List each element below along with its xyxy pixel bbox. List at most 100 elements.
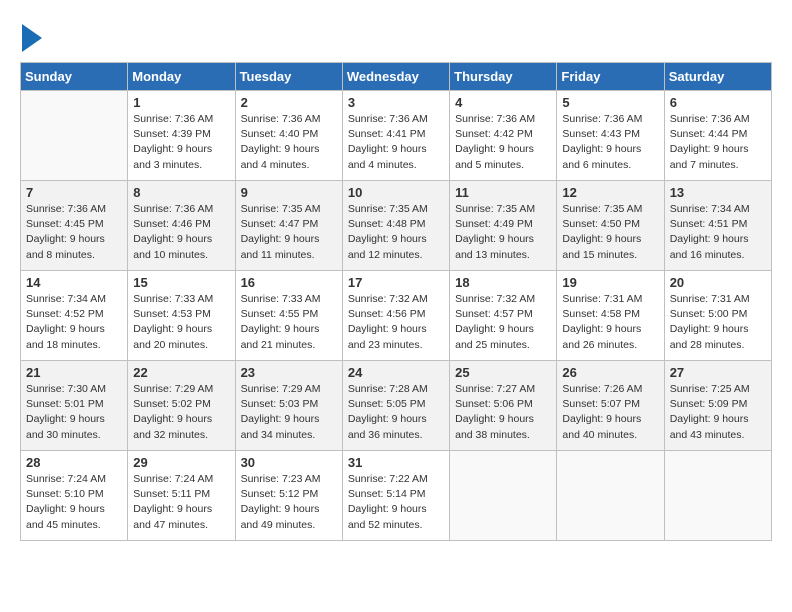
daylight-text: Daylight: 9 hours and 36 minutes. bbox=[348, 413, 427, 440]
sunrise-text: Sunrise: 7:36 AM bbox=[133, 203, 213, 215]
calendar-cell: 3 Sunrise: 7:36 AM Sunset: 4:41 PM Dayli… bbox=[342, 91, 449, 181]
sunset-text: Sunset: 4:57 PM bbox=[455, 308, 533, 320]
header-day-monday: Monday bbox=[128, 63, 235, 91]
daylight-text: Daylight: 9 hours and 20 minutes. bbox=[133, 323, 212, 350]
day-number: 19 bbox=[562, 275, 658, 290]
daylight-text: Daylight: 9 hours and 40 minutes. bbox=[562, 413, 641, 440]
sunrise-text: Sunrise: 7:29 AM bbox=[241, 383, 321, 395]
sunrise-text: Sunrise: 7:35 AM bbox=[348, 203, 428, 215]
daylight-text: Daylight: 9 hours and 6 minutes. bbox=[562, 143, 641, 170]
day-info: Sunrise: 7:22 AM Sunset: 5:14 PM Dayligh… bbox=[348, 472, 444, 533]
sunset-text: Sunset: 4:55 PM bbox=[241, 308, 319, 320]
header-day-thursday: Thursday bbox=[450, 63, 557, 91]
sunrise-text: Sunrise: 7:36 AM bbox=[26, 203, 106, 215]
calendar-cell: 11 Sunrise: 7:35 AM Sunset: 4:49 PM Dayl… bbox=[450, 181, 557, 271]
sunset-text: Sunset: 4:42 PM bbox=[455, 128, 533, 140]
calendar-cell: 18 Sunrise: 7:32 AM Sunset: 4:57 PM Dayl… bbox=[450, 271, 557, 361]
sunrise-text: Sunrise: 7:27 AM bbox=[455, 383, 535, 395]
sunset-text: Sunset: 4:40 PM bbox=[241, 128, 319, 140]
daylight-text: Daylight: 9 hours and 38 minutes. bbox=[455, 413, 534, 440]
calendar-week-row: 7 Sunrise: 7:36 AM Sunset: 4:45 PM Dayli… bbox=[21, 181, 772, 271]
calendar-cell: 31 Sunrise: 7:22 AM Sunset: 5:14 PM Dayl… bbox=[342, 451, 449, 541]
daylight-text: Daylight: 9 hours and 21 minutes. bbox=[241, 323, 320, 350]
sunset-text: Sunset: 4:45 PM bbox=[26, 218, 104, 230]
calendar-cell: 9 Sunrise: 7:35 AM Sunset: 4:47 PM Dayli… bbox=[235, 181, 342, 271]
sunset-text: Sunset: 5:10 PM bbox=[26, 488, 104, 500]
calendar-cell: 16 Sunrise: 7:33 AM Sunset: 4:55 PM Dayl… bbox=[235, 271, 342, 361]
daylight-text: Daylight: 9 hours and 16 minutes. bbox=[670, 233, 749, 260]
daylight-text: Daylight: 9 hours and 23 minutes. bbox=[348, 323, 427, 350]
daylight-text: Daylight: 9 hours and 8 minutes. bbox=[26, 233, 105, 260]
day-number: 10 bbox=[348, 185, 444, 200]
calendar-cell: 27 Sunrise: 7:25 AM Sunset: 5:09 PM Dayl… bbox=[664, 361, 771, 451]
header-day-sunday: Sunday bbox=[21, 63, 128, 91]
day-number: 18 bbox=[455, 275, 551, 290]
sunrise-text: Sunrise: 7:36 AM bbox=[348, 113, 428, 125]
sunset-text: Sunset: 4:56 PM bbox=[348, 308, 426, 320]
day-number: 26 bbox=[562, 365, 658, 380]
day-number: 5 bbox=[562, 95, 658, 110]
calendar-week-row: 21 Sunrise: 7:30 AM Sunset: 5:01 PM Dayl… bbox=[21, 361, 772, 451]
day-number: 20 bbox=[670, 275, 766, 290]
daylight-text: Daylight: 9 hours and 13 minutes. bbox=[455, 233, 534, 260]
daylight-text: Daylight: 9 hours and 49 minutes. bbox=[241, 503, 320, 530]
daylight-text: Daylight: 9 hours and 5 minutes. bbox=[455, 143, 534, 170]
sunrise-text: Sunrise: 7:36 AM bbox=[241, 113, 321, 125]
day-number: 30 bbox=[241, 455, 337, 470]
sunset-text: Sunset: 5:09 PM bbox=[670, 398, 748, 410]
sunrise-text: Sunrise: 7:33 AM bbox=[133, 293, 213, 305]
calendar-cell: 17 Sunrise: 7:32 AM Sunset: 4:56 PM Dayl… bbox=[342, 271, 449, 361]
day-info: Sunrise: 7:30 AM Sunset: 5:01 PM Dayligh… bbox=[26, 382, 122, 443]
calendar-cell: 30 Sunrise: 7:23 AM Sunset: 5:12 PM Dayl… bbox=[235, 451, 342, 541]
day-info: Sunrise: 7:35 AM Sunset: 4:47 PM Dayligh… bbox=[241, 202, 337, 263]
calendar-cell: 21 Sunrise: 7:30 AM Sunset: 5:01 PM Dayl… bbox=[21, 361, 128, 451]
daylight-text: Daylight: 9 hours and 43 minutes. bbox=[670, 413, 749, 440]
day-number: 22 bbox=[133, 365, 229, 380]
logo-arrow-icon bbox=[22, 24, 42, 52]
sunrise-text: Sunrise: 7:29 AM bbox=[133, 383, 213, 395]
day-info: Sunrise: 7:29 AM Sunset: 5:02 PM Dayligh… bbox=[133, 382, 229, 443]
sunset-text: Sunset: 5:03 PM bbox=[241, 398, 319, 410]
day-number: 2 bbox=[241, 95, 337, 110]
calendar-header-row: SundayMondayTuesdayWednesdayThursdayFrid… bbox=[21, 63, 772, 91]
day-info: Sunrise: 7:35 AM Sunset: 4:49 PM Dayligh… bbox=[455, 202, 551, 263]
day-info: Sunrise: 7:23 AM Sunset: 5:12 PM Dayligh… bbox=[241, 472, 337, 533]
calendar-cell: 29 Sunrise: 7:24 AM Sunset: 5:11 PM Dayl… bbox=[128, 451, 235, 541]
sunrise-text: Sunrise: 7:26 AM bbox=[562, 383, 642, 395]
day-number: 29 bbox=[133, 455, 229, 470]
calendar-cell: 10 Sunrise: 7:35 AM Sunset: 4:48 PM Dayl… bbox=[342, 181, 449, 271]
day-info: Sunrise: 7:28 AM Sunset: 5:05 PM Dayligh… bbox=[348, 382, 444, 443]
daylight-text: Daylight: 9 hours and 10 minutes. bbox=[133, 233, 212, 260]
header-day-wednesday: Wednesday bbox=[342, 63, 449, 91]
header-day-friday: Friday bbox=[557, 63, 664, 91]
sunrise-text: Sunrise: 7:24 AM bbox=[133, 473, 213, 485]
daylight-text: Daylight: 9 hours and 28 minutes. bbox=[670, 323, 749, 350]
sunrise-text: Sunrise: 7:25 AM bbox=[670, 383, 750, 395]
day-number: 23 bbox=[241, 365, 337, 380]
calendar-cell: 25 Sunrise: 7:27 AM Sunset: 5:06 PM Dayl… bbox=[450, 361, 557, 451]
day-info: Sunrise: 7:33 AM Sunset: 4:55 PM Dayligh… bbox=[241, 292, 337, 353]
calendar-cell: 19 Sunrise: 7:31 AM Sunset: 4:58 PM Dayl… bbox=[557, 271, 664, 361]
day-number: 4 bbox=[455, 95, 551, 110]
day-number: 9 bbox=[241, 185, 337, 200]
day-info: Sunrise: 7:36 AM Sunset: 4:42 PM Dayligh… bbox=[455, 112, 551, 173]
day-number: 24 bbox=[348, 365, 444, 380]
daylight-text: Daylight: 9 hours and 30 minutes. bbox=[26, 413, 105, 440]
logo bbox=[20, 20, 42, 52]
sunrise-text: Sunrise: 7:22 AM bbox=[348, 473, 428, 485]
calendar-cell: 12 Sunrise: 7:35 AM Sunset: 4:50 PM Dayl… bbox=[557, 181, 664, 271]
day-number: 11 bbox=[455, 185, 551, 200]
calendar-week-row: 14 Sunrise: 7:34 AM Sunset: 4:52 PM Dayl… bbox=[21, 271, 772, 361]
calendar-cell: 28 Sunrise: 7:24 AM Sunset: 5:10 PM Dayl… bbox=[21, 451, 128, 541]
sunrise-text: Sunrise: 7:35 AM bbox=[562, 203, 642, 215]
sunrise-text: Sunrise: 7:30 AM bbox=[26, 383, 106, 395]
sunrise-text: Sunrise: 7:34 AM bbox=[26, 293, 106, 305]
daylight-text: Daylight: 9 hours and 7 minutes. bbox=[670, 143, 749, 170]
day-info: Sunrise: 7:36 AM Sunset: 4:41 PM Dayligh… bbox=[348, 112, 444, 173]
day-number: 21 bbox=[26, 365, 122, 380]
day-number: 16 bbox=[241, 275, 337, 290]
sunset-text: Sunset: 4:46 PM bbox=[133, 218, 211, 230]
sunset-text: Sunset: 4:41 PM bbox=[348, 128, 426, 140]
sunrise-text: Sunrise: 7:32 AM bbox=[455, 293, 535, 305]
day-info: Sunrise: 7:33 AM Sunset: 4:53 PM Dayligh… bbox=[133, 292, 229, 353]
